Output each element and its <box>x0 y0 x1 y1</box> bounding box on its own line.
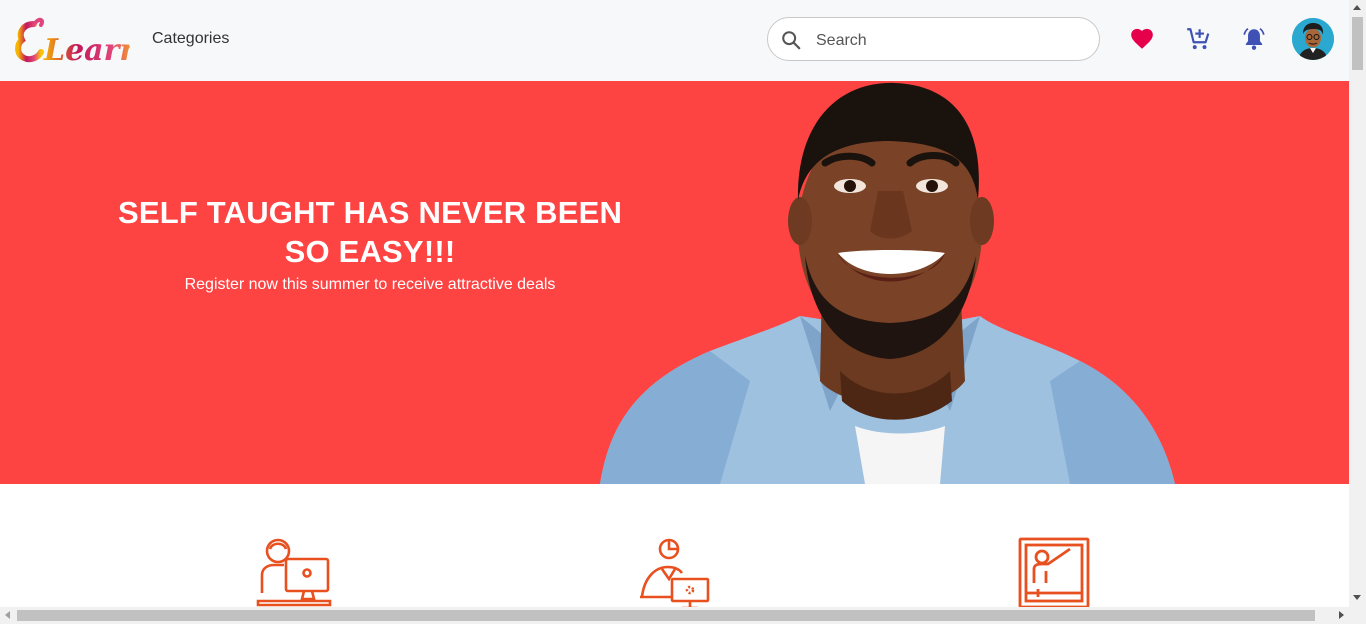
search-icon <box>782 31 801 50</box>
teacher-board-icon <box>1016 535 1092 611</box>
hero-subtitle: Register now this summer to receive attr… <box>184 276 556 293</box>
search-box[interactable] <box>767 17 1100 61</box>
elearn-logo[interactable]: Learn <box>14 14 141 72</box>
horizontal-scrollbar[interactable] <box>0 607 1366 624</box>
student-computer-icon <box>256 535 332 611</box>
vertical-scroll-thumb[interactable] <box>1352 17 1363 70</box>
scroll-right-icon[interactable] <box>1339 611 1344 619</box>
cart-add-icon[interactable] <box>1185 26 1211 52</box>
scroll-up-icon[interactable] <box>1353 5 1361 10</box>
avatar[interactable] <box>1292 18 1334 60</box>
svg-text:Learn: Learn <box>43 33 130 68</box>
search-input[interactable] <box>814 28 1088 54</box>
hero-title: SELF TAUGHT HAS NEVER BEEN SO EASY!!! <box>117 195 623 269</box>
scroll-left-icon[interactable] <box>5 611 10 619</box>
horizontal-scroll-thumb[interactable] <box>17 610 1315 621</box>
scroll-down-icon[interactable] <box>1353 595 1361 600</box>
top-navbar: Learn Categories <box>0 0 1349 81</box>
vertical-scrollbar[interactable] <box>1349 0 1366 607</box>
categories-link[interactable]: Categories <box>152 30 229 48</box>
hero-banner: SELF TAUGHT HAS NEVER BEEN SO EASY!!! Re… <box>0 81 1349 484</box>
heart-icon[interactable] <box>1129 26 1155 52</box>
hero-person-photo <box>600 82 1175 484</box>
bell-icon[interactable] <box>1241 26 1267 52</box>
online-tutor-icon <box>638 535 714 611</box>
